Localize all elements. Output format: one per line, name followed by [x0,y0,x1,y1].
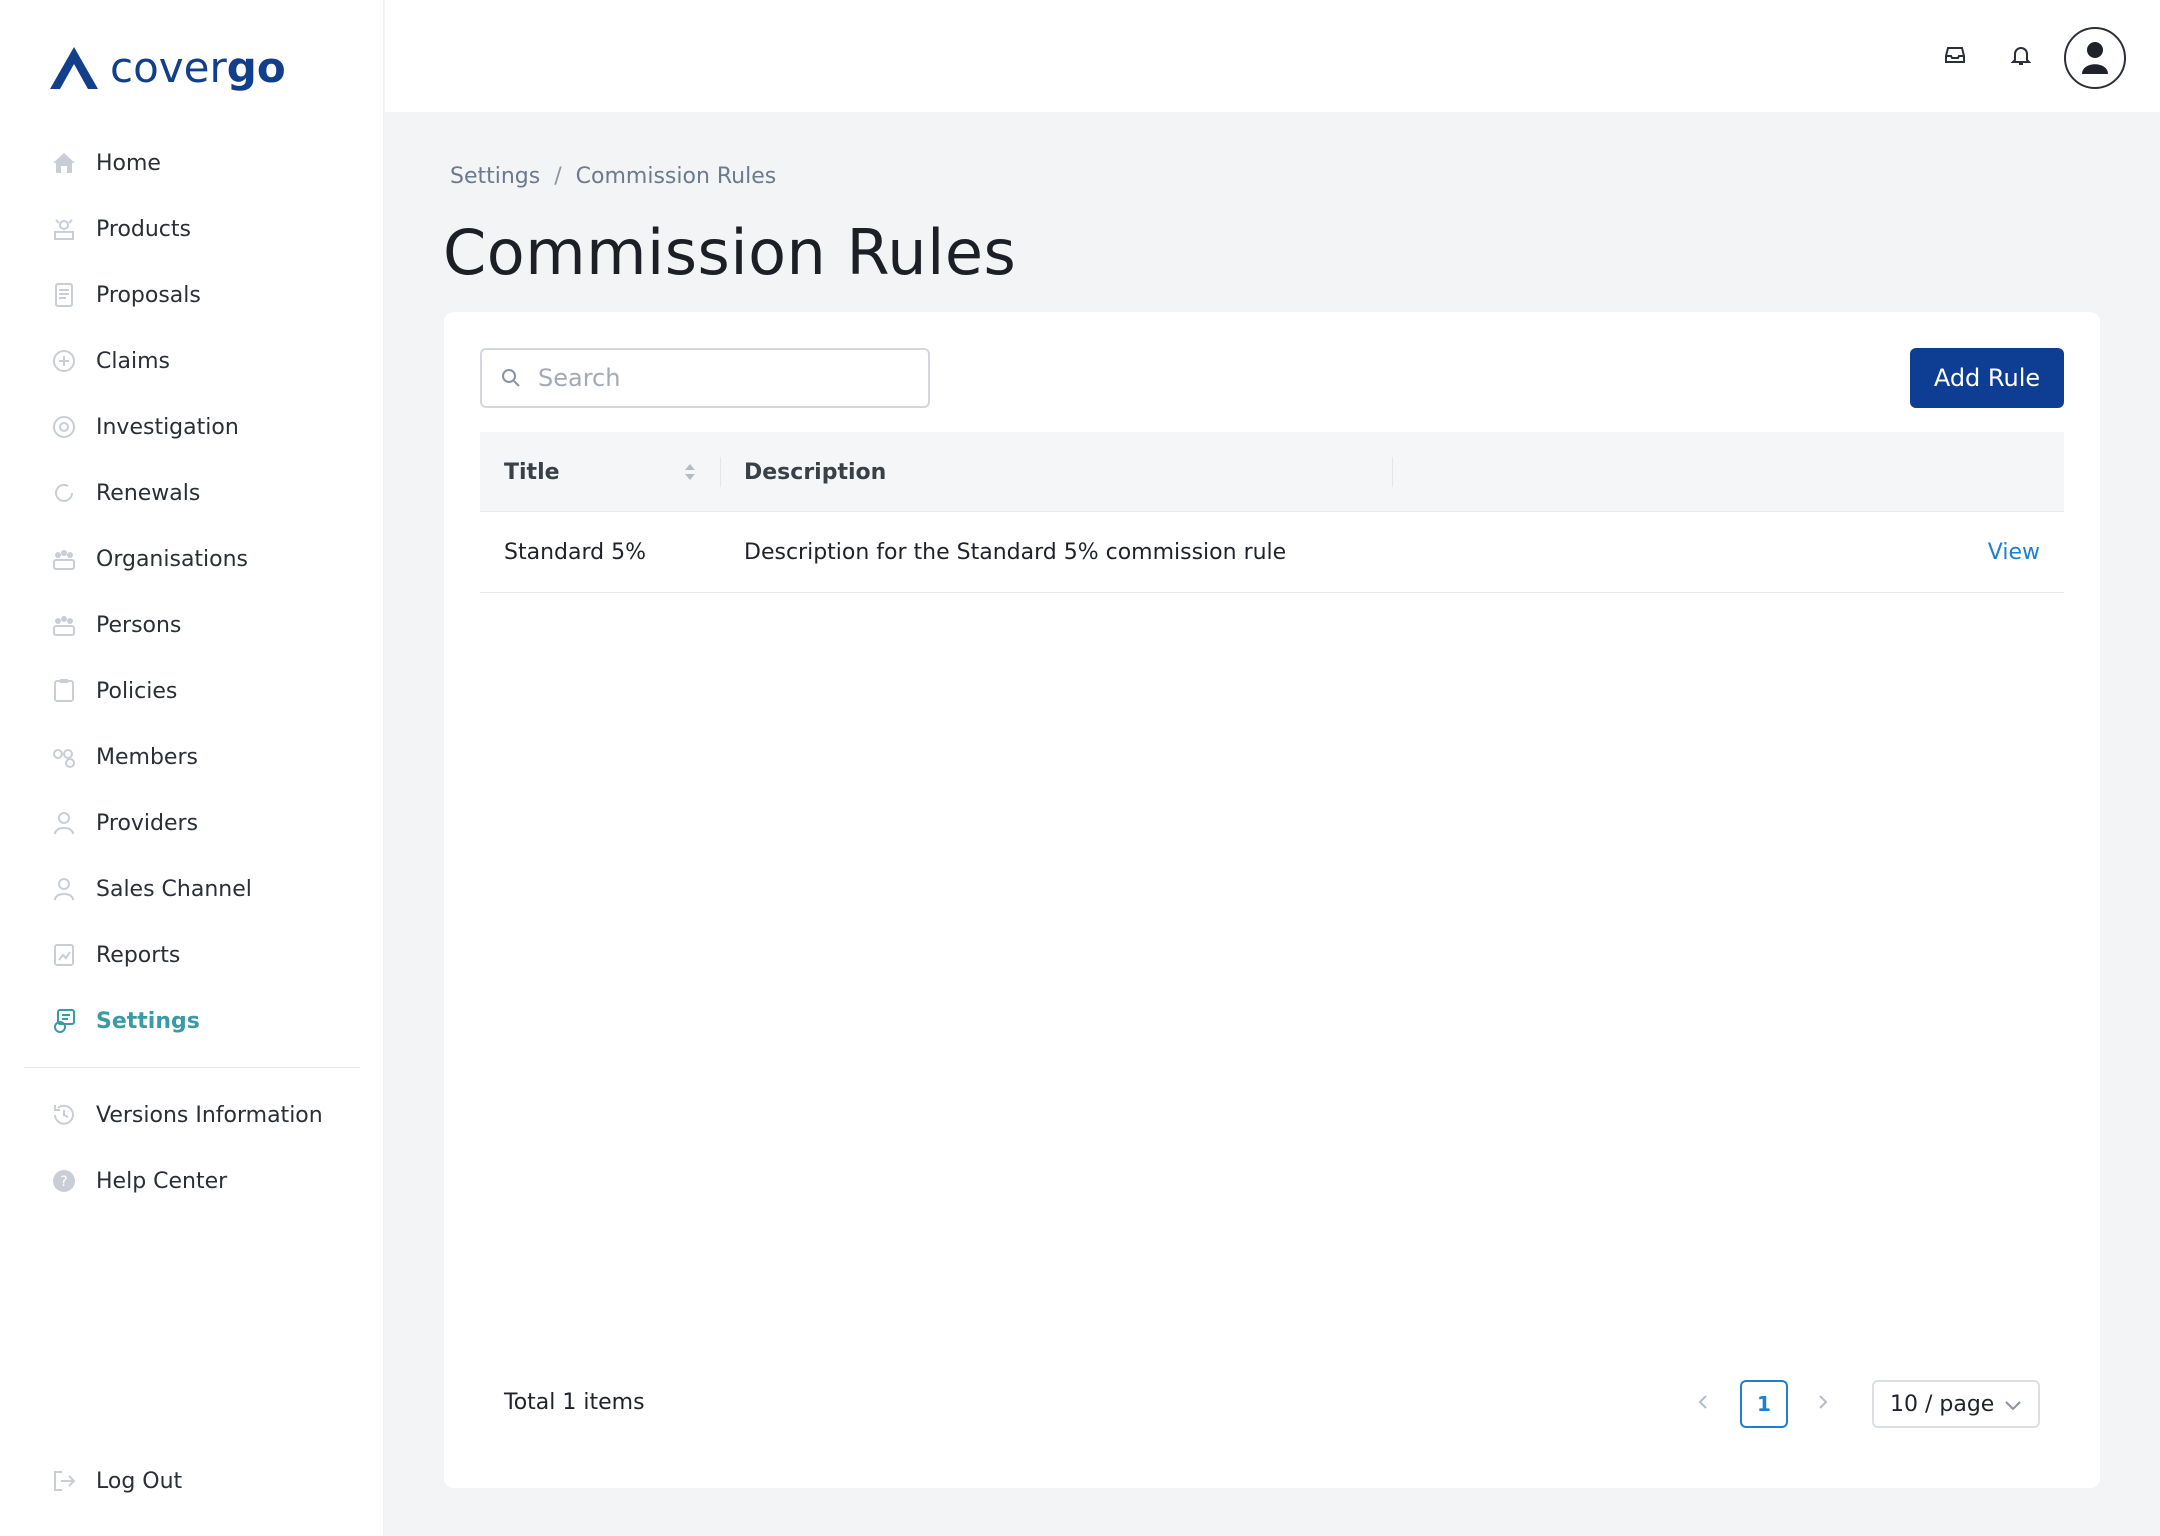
sidebar-item-label: Organisations [96,546,249,572]
renewals-icon [48,477,80,509]
sidebar-item-label: Reports [96,942,181,968]
breadcrumb-commission-rules: Commission Rules [575,164,777,189]
settings-icon [48,1005,80,1037]
sidebar-item-versions-information[interactable]: Versions Information [48,1082,368,1148]
providers-icon [48,807,80,839]
sales-channel-icon [48,873,80,905]
covergo-logo[interactable]: covergo [48,44,286,92]
logout-button[interactable]: Log Out [48,1448,368,1514]
page-title: Commission Rules [443,216,1017,289]
sidebar-item-reports[interactable]: Reports [48,922,368,988]
page-button-current[interactable]: 1 [1740,1380,1788,1428]
sidebar-item-label: Renewals [96,480,201,506]
page-size-select[interactable]: 10 / page [1872,1380,2040,1428]
page-size-value: 10 / page [1890,1391,1995,1417]
cell-title: Standard 5% [504,539,646,565]
breadcrumb-settings[interactable]: Settings [450,164,540,189]
sidebar-item-label: Sales Channel [96,876,252,902]
sidebar-item-label: Providers [96,810,199,836]
sidebar-item-members[interactable]: Members [48,724,368,790]
sidebar-nav: Home Products Proposals Claims Investiga… [48,130,368,1054]
home-icon [48,147,80,179]
logout-label: Log Out [96,1468,183,1494]
sidebar-item-label: Investigation [96,414,239,440]
sidebar-item-label: Claims [96,348,170,374]
reports-icon [48,939,80,971]
sidebar-item-label: Proposals [96,282,201,308]
sidebar-item-renewals[interactable]: Renewals [48,460,368,526]
column-separator [720,457,721,487]
column-header-title[interactable]: Title [504,432,560,512]
sidebar: covergo Home Products Proposals Claims I… [0,0,384,1536]
sidebar-divider [24,1067,360,1068]
sidebar-item-policies[interactable]: Policies [48,658,368,724]
commission-rules-card: Add Rule Title Description Standard 5% D… [444,312,2100,1488]
logout-icon [48,1465,80,1497]
sidebar-item-label: Settings [96,1008,200,1034]
sidebar-item-products[interactable]: Products [48,196,368,262]
breadcrumb-separator: / [554,164,562,189]
avatar-icon [2082,42,2108,74]
organisations-icon [48,543,80,575]
sidebar-item-providers[interactable]: Providers [48,790,368,856]
sidebar-item-help-center[interactable]: ? Help Center [48,1148,368,1214]
chevron-left-icon [1698,1395,1707,1409]
logo-mark-icon [50,47,98,89]
total-items: Total 1 items [504,1390,645,1415]
sidebar-item-label: Help Center [96,1168,228,1194]
topbar [385,0,2160,112]
sidebar-item-persons[interactable]: Persons [48,592,368,658]
sidebar-item-label: Persons [96,612,182,638]
table-row: Standard 5% Description for the Standard… [480,512,2064,593]
sidebar-secondary-nav: Versions Information ? Help Center [48,1082,368,1214]
breadcrumb: Settings / Commission Rules [450,164,776,189]
bell-icon[interactable] [2006,40,2036,70]
search-icon [502,369,520,387]
investigation-icon [48,411,80,443]
view-link[interactable]: View [1988,512,2040,592]
help-icon: ? [48,1165,80,1197]
sidebar-item-label: Members [96,744,198,770]
sidebar-item-label: Policies [96,678,178,704]
sort-icon[interactable] [682,461,698,483]
logo-text: covergo [110,43,286,92]
sidebar-item-label: Home [96,150,161,176]
avatar[interactable] [2064,27,2126,89]
search-input[interactable] [538,364,918,392]
search-box[interactable] [480,348,930,408]
proposals-icon [48,279,80,311]
inbox-icon[interactable] [1940,40,1970,70]
policies-icon [48,675,80,707]
sidebar-item-organisations[interactable]: Organisations [48,526,368,592]
sidebar-item-label: Products [96,216,191,242]
sidebar-item-proposals[interactable]: Proposals [48,262,368,328]
sidebar-item-sales-channel[interactable]: Sales Channel [48,856,368,922]
chevron-down-icon [2005,1401,2021,1411]
history-icon [48,1099,80,1131]
column-separator [1392,457,1393,487]
table-header: Title Description [480,432,2064,512]
claims-icon [48,345,80,377]
cell-description: Description for the Standard 5% commissi… [744,539,1287,565]
svg-text:?: ? [60,1174,67,1190]
chevron-right-icon [1819,1395,1828,1409]
column-header-description: Description [744,459,887,485]
sidebar-item-claims[interactable]: Claims [48,328,368,394]
products-icon [48,213,80,245]
sidebar-item-settings[interactable]: Settings [48,988,368,1054]
commission-rules-table: Title Description Standard 5% Descriptio… [480,432,2064,593]
add-rule-button[interactable]: Add Rule [1910,348,2064,408]
sidebar-logout: Log Out [48,1448,368,1514]
members-icon [48,741,80,773]
persons-icon [48,609,80,641]
sidebar-item-label: Versions Information [96,1102,323,1128]
sidebar-item-home[interactable]: Home [48,130,368,196]
next-page-button[interactable] [1808,1380,1838,1424]
prev-page-button[interactable] [1688,1380,1718,1424]
sidebar-item-investigation[interactable]: Investigation [48,394,368,460]
